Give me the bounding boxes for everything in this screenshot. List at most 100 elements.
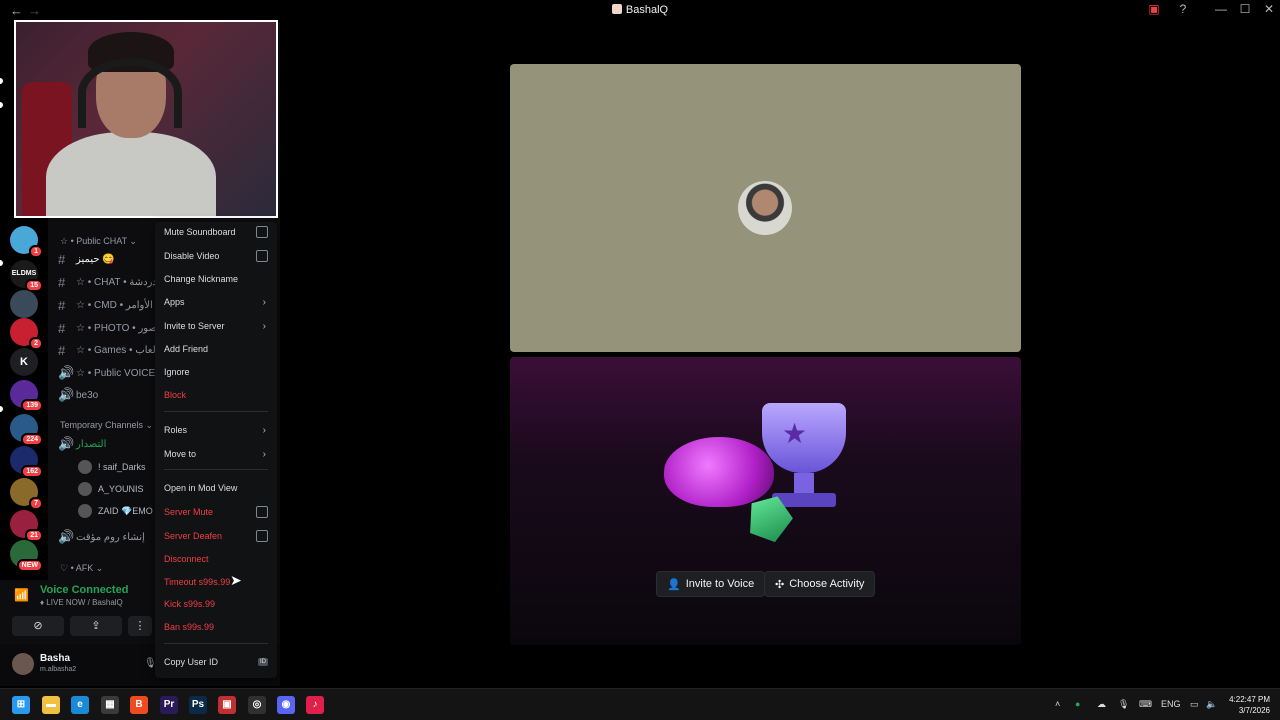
server-icon[interactable] bbox=[10, 290, 38, 318]
menu-server-mute[interactable]: Server Mute bbox=[164, 502, 268, 522]
hash-icon: # bbox=[58, 320, 66, 336]
category-temporary[interactable]: Temporary Channels ⌄ bbox=[60, 420, 153, 431]
server-icon[interactable]: 224 bbox=[10, 414, 43, 446]
menu-label: Ignore bbox=[164, 367, 190, 377]
tray-app-icon[interactable]: ● bbox=[1075, 699, 1080, 709]
more-icon[interactable]: ⋮ bbox=[128, 616, 152, 636]
server-icon[interactable]: NEW bbox=[10, 540, 43, 572]
brave-icon[interactable]: B bbox=[130, 696, 148, 714]
premiere-icon[interactable]: Pr bbox=[160, 696, 178, 714]
star-icon: ★ bbox=[782, 418, 808, 449]
menu-label: Mute Soundboard bbox=[164, 227, 236, 237]
channel-temp-voice[interactable]: 🔊 التصدار bbox=[58, 434, 106, 454]
channel-create-temp[interactable]: 🔊 إنشاء روم مؤقت bbox=[58, 527, 145, 547]
taskbar: ⊞ ▬ e ▦ B Pr Ps ▣ ◎ ◉ ♪ ˄ ● ☁ 🎙 ⌨ ENG ▭ 🔈 4:22:47 … bbox=[0, 688, 1280, 720]
server-icon[interactable]: 139 bbox=[10, 380, 43, 412]
menu-server-deafen[interactable]: Server Deafen bbox=[164, 526, 268, 546]
clock[interactable]: 4:22:47 PM 3/7/2026 bbox=[1222, 694, 1270, 716]
user-video-tile[interactable] bbox=[510, 64, 1021, 352]
photoshop-icon[interactable]: Ps bbox=[189, 696, 207, 714]
menu-add-friend[interactable]: Add Friend bbox=[164, 339, 268, 359]
discord-icon[interactable]: ◉ bbox=[277, 696, 295, 714]
channel-item[interactable]: 🔊 ☆ • Public VOICE bbox=[58, 363, 155, 383]
tiktok-icon[interactable]: ♪ bbox=[306, 696, 324, 714]
menu-mute-soundboard[interactable]: Mute Soundboard bbox=[164, 222, 268, 242]
server-icon[interactable]: 21 bbox=[10, 510, 43, 542]
category-public-chat[interactable]: ☆ • Public CHAT ⌄ bbox=[60, 236, 137, 247]
menu-copy-user-id[interactable]: Copy User ID ID bbox=[164, 652, 268, 672]
screen-share-icon[interactable]: ⇪ bbox=[70, 616, 122, 636]
menu-block[interactable]: Block bbox=[164, 385, 268, 405]
voice-user-name: A_YOUNIS bbox=[98, 484, 144, 494]
window-title: BashalQ bbox=[0, 4, 1280, 16]
user-name[interactable]: Basha bbox=[40, 653, 70, 664]
menu-label: Kick s99s.99 bbox=[164, 599, 216, 609]
checkbox[interactable] bbox=[256, 506, 268, 518]
file-explorer-icon[interactable]: ▬ bbox=[42, 696, 60, 714]
channel-item[interactable]: # ☆ • PHOTO • صور bbox=[58, 318, 157, 338]
checkbox[interactable] bbox=[256, 226, 268, 238]
language-indicator[interactable]: ENG bbox=[1161, 699, 1181, 709]
maximize-button[interactable]: ☐ bbox=[1235, 2, 1255, 16]
invite-to-voice-button[interactable]: 👤 Invite to Voice bbox=[656, 571, 766, 597]
user-context-menu: Mute Soundboard Disable Video Change Nic… bbox=[155, 222, 277, 678]
unread-pill bbox=[0, 102, 3, 108]
channel-item[interactable]: # ☆ • Games • ألعاب bbox=[58, 340, 158, 360]
server-icon[interactable]: ELDMS 15 bbox=[10, 260, 43, 292]
menu-change-nickname[interactable]: Change Nickname bbox=[164, 269, 268, 289]
menu-disconnect[interactable]: Disconnect bbox=[164, 549, 268, 569]
hash-icon: # bbox=[58, 297, 66, 313]
voice-user[interactable]: ! saif_Darks bbox=[78, 460, 146, 474]
server-icon[interactable]: 1 bbox=[10, 226, 43, 258]
menu-disable-video[interactable]: Disable Video bbox=[164, 246, 268, 266]
windows-start-icon[interactable]: ⊞ bbox=[12, 696, 30, 714]
menu-ban[interactable]: Ban s99s.99 bbox=[164, 617, 268, 637]
inbox-icon[interactable]: ▣ bbox=[1144, 2, 1164, 16]
avatar[interactable] bbox=[738, 181, 792, 235]
clock-time: 4:22:47 PM bbox=[1229, 695, 1270, 704]
channel-item[interactable]: # ☆ • CHAT • دردشة bbox=[58, 272, 157, 292]
menu-apps[interactable]: Apps › bbox=[164, 292, 268, 312]
network-icon[interactable]: ▭ bbox=[1190, 699, 1199, 710]
microsoft-store-icon[interactable]: ▦ bbox=[101, 696, 119, 714]
chevron-up-icon[interactable]: ˄ bbox=[1055, 699, 1060, 709]
checkbox[interactable] bbox=[256, 530, 268, 542]
voice-connected-title[interactable]: Voice Connected bbox=[40, 584, 128, 596]
keyboard-icon[interactable]: ⌨ bbox=[1139, 699, 1152, 710]
voice-user[interactable]: A_YOUNIS bbox=[78, 482, 144, 496]
choose-activity-button[interactable]: ✣ Choose Activity bbox=[764, 571, 876, 597]
server-icon[interactable]: 7 bbox=[10, 478, 43, 510]
close-button[interactable]: ✕ bbox=[1259, 2, 1279, 16]
channel-label: التصدار bbox=[76, 438, 107, 450]
checkbox[interactable] bbox=[256, 250, 268, 262]
server-icon[interactable]: 162 bbox=[10, 446, 43, 478]
channel-item[interactable]: # حيميز 😋 bbox=[58, 249, 115, 269]
voice-user[interactable]: ZAID 💎EMO bbox=[78, 504, 153, 518]
menu-invite-to-server[interactable]: Invite to Server › bbox=[164, 316, 268, 336]
mouse-cursor-icon: ➤ bbox=[230, 572, 242, 588]
avatar[interactable] bbox=[12, 653, 34, 675]
app-9-icon[interactable]: ◎ bbox=[248, 696, 266, 714]
channel-item[interactable]: 🔊 be3o bbox=[58, 385, 98, 405]
help-icon[interactable]: ? bbox=[1173, 2, 1193, 16]
camera-off-icon[interactable]: ⊘ bbox=[12, 616, 64, 636]
channel-item[interactable]: # ☆ • CMD • الأوامر bbox=[58, 295, 153, 315]
menu-ignore[interactable]: Ignore bbox=[164, 362, 268, 382]
category-afk[interactable]: ♡ • AFK ⌄ bbox=[60, 563, 103, 574]
menu-label: Server Deafen bbox=[164, 531, 223, 541]
speaker-icon: 🔊 bbox=[58, 436, 75, 451]
menu-open-mod-view[interactable]: Open in Mod View bbox=[164, 478, 268, 498]
menu-timeout[interactable]: Timeout s99s.99 bbox=[164, 572, 268, 592]
server-icon[interactable]: 2 bbox=[10, 318, 43, 350]
edge-icon[interactable]: e bbox=[71, 696, 89, 714]
app-8-icon[interactable]: ▣ bbox=[218, 696, 236, 714]
menu-roles[interactable]: Roles › bbox=[164, 420, 268, 440]
cloud-icon[interactable]: ☁ bbox=[1097, 699, 1106, 710]
minimize-button[interactable]: — bbox=[1211, 2, 1231, 16]
channel-label: ☆ • CMD • الأوامر bbox=[76, 299, 153, 311]
menu-move-to[interactable]: Move to › bbox=[164, 444, 268, 464]
server-icon[interactable]: K bbox=[10, 348, 38, 376]
menu-kick[interactable]: Kick s99s.99 bbox=[164, 594, 268, 614]
microphone-icon[interactable]: 🎙 bbox=[1118, 699, 1129, 710]
volume-icon[interactable]: 🔈 bbox=[1206, 699, 1217, 710]
